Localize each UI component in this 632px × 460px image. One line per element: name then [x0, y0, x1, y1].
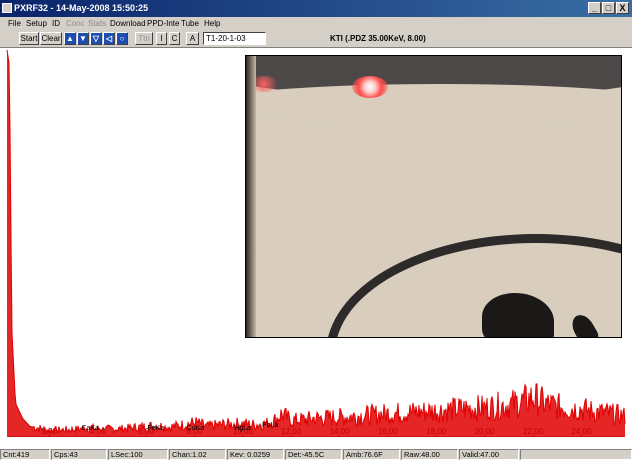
fit-icon[interactable]: ○	[116, 32, 128, 45]
start-button[interactable]: Start	[19, 32, 39, 45]
close-button[interactable]: X	[616, 2, 629, 14]
camera-view	[245, 55, 622, 338]
minimize-button[interactable]: _	[588, 2, 601, 14]
status-bar: Cnt:419 Cps:43 LSec:100 Chan:1.02 Kev: 0…	[0, 449, 632, 460]
zoom-in-icon[interactable]: ▽	[90, 32, 102, 45]
status-raw: Raw:48.00	[401, 449, 458, 460]
peak-label: HgLa	[234, 425, 251, 432]
restore-button[interactable]: □	[602, 2, 615, 14]
laser-spot	[352, 76, 388, 98]
menu-ppd-inte[interactable]: PPD-Inte	[147, 19, 179, 28]
status-chan: Chan:1.02	[169, 449, 226, 460]
title-bar: PXRF32 - 14-May-2008 15:50:25 _ □ X	[0, 0, 632, 17]
disabled-button[interactable]: Ttn	[135, 32, 153, 45]
menu-tube[interactable]: Tube	[181, 19, 199, 28]
zoom-out-icon[interactable]: ◁	[103, 32, 115, 45]
c-button[interactable]: C	[169, 32, 180, 45]
mode-info: KTI (.PDZ 35.00KeV, 8.00)	[330, 34, 426, 43]
i-button[interactable]: I	[156, 32, 167, 45]
menu-file[interactable]: File	[8, 19, 21, 28]
menu-id[interactable]: ID	[52, 19, 60, 28]
menu-stats[interactable]: Stats	[88, 19, 106, 28]
menu-conc[interactable]: Conc	[66, 19, 85, 28]
status-cnt: Cnt:419	[0, 449, 50, 460]
arrow-up-icon[interactable]: ▲	[64, 32, 76, 45]
peak-label: FeKa	[147, 425, 164, 432]
app-icon[interactable]	[2, 3, 12, 13]
status-kev: Kev: 0.0259	[227, 449, 284, 460]
status-cps: Cps:43	[51, 449, 107, 460]
status-lsec: LSec:100	[108, 449, 168, 460]
camera-shadow	[246, 56, 256, 337]
status-empty	[520, 449, 632, 460]
toolbar: Start Clear ▲ ▼ ▽ ◁ ○ Ttn I C A T1-20-1-…	[0, 31, 632, 48]
status-det: Det:-45.5C	[285, 449, 342, 460]
menu-download[interactable]: Download	[110, 19, 146, 28]
menu-bar: File Setup ID Conc Stats Download PPD-In…	[0, 17, 632, 31]
window-title: PXRF32 - 14-May-2008 15:50:25	[14, 3, 149, 13]
camera-band-edge	[246, 84, 621, 124]
window-controls: _ □ X	[588, 2, 629, 14]
peak-label: CuKa	[187, 425, 205, 432]
clear-button[interactable]: Clear	[40, 32, 62, 45]
menu-setup[interactable]: Setup	[26, 19, 47, 28]
status-valid: Valid:47.00	[459, 449, 519, 460]
sample-id-field[interactable]: T1-20-1-03	[203, 32, 266, 45]
plot-bottom	[0, 437, 632, 449]
menu-help[interactable]: Help	[204, 19, 220, 28]
a-button[interactable]: A	[186, 32, 199, 45]
peak-label: PbLa	[262, 422, 278, 429]
peak-label: CaKa	[81, 425, 99, 432]
status-amb: Amb:76.6F	[343, 449, 400, 460]
arrow-down-icon[interactable]: ▼	[77, 32, 89, 45]
